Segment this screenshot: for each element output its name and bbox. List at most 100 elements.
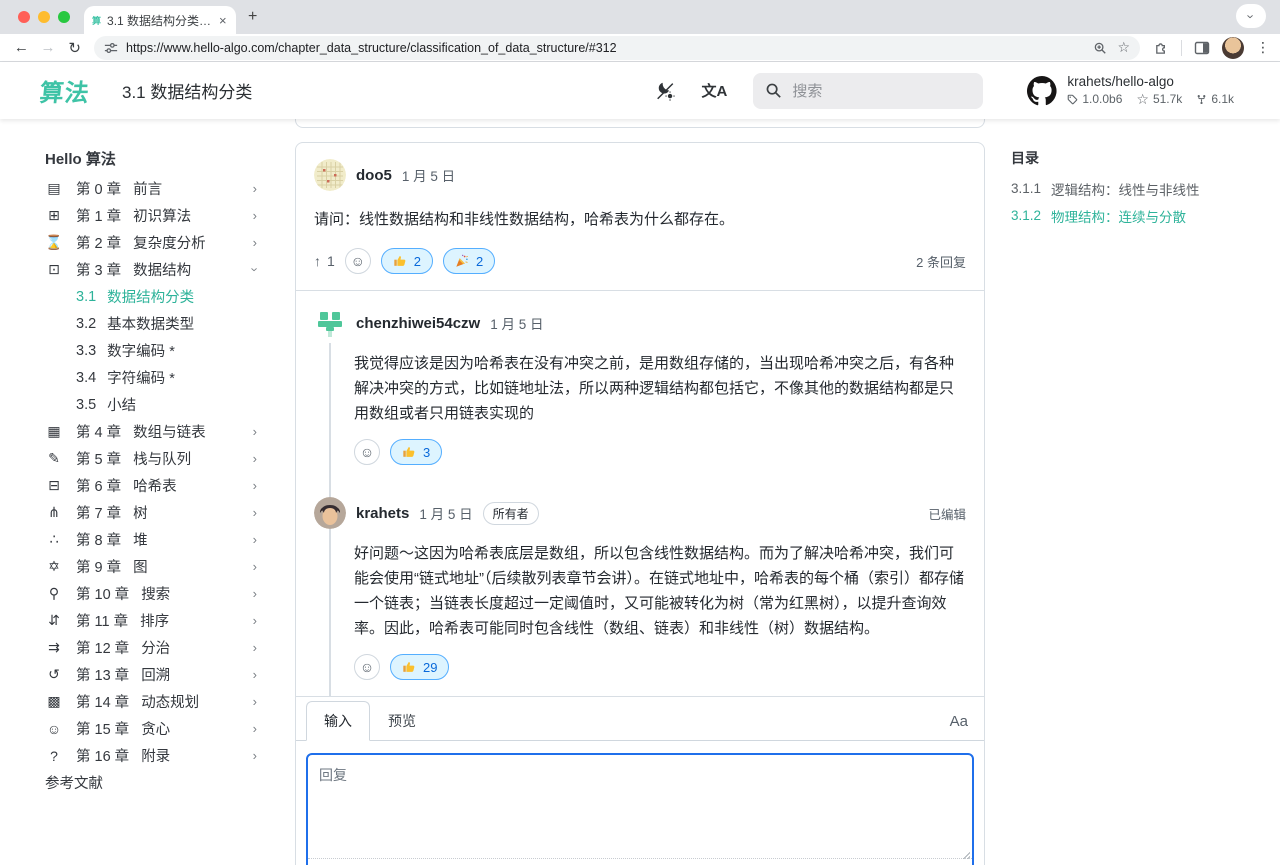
sidebar-item-chapter-11[interactable]: ⇵ 第 11 章 排序 › <box>45 607 295 634</box>
smiley-icon: ☺ <box>351 253 365 269</box>
sidebar-item-chapter-9[interactable]: ✡ 第 9 章 图 › <box>45 553 295 580</box>
comment-date[interactable]: 1 月 5 日 <box>419 503 472 523</box>
hourglass-icon: ⌛ <box>45 234 63 251</box>
window-controls[interactable] <box>18 11 70 23</box>
maximize-window-button[interactable] <box>58 11 70 23</box>
chevron-right-icon: › <box>253 181 257 196</box>
tab-write[interactable]: 输入 <box>306 701 370 741</box>
sidebar-item-3-1[interactable]: 3.1 数据结构分类 <box>45 283 295 310</box>
theme-toggle-icon[interactable] <box>654 80 676 102</box>
chevron-right-icon: › <box>253 667 257 682</box>
reply-chenzhiwei54czw: chenzhiwei54czw 1 月 5 日 我觉得应该是因为哈希表在没有冲突… <box>314 291 966 481</box>
sidebar-item-chapter-2[interactable]: ⌛ 第 2 章 复杂度分析 › <box>45 229 295 256</box>
sidebar-item-chapter-0[interactable]: ▤ 第 0 章 前言 › <box>45 175 295 202</box>
browser-menu-icon[interactable]: ⋮ <box>1256 39 1270 56</box>
divide-conquer-icon: ⇉ <box>45 639 63 656</box>
sidebar-item-chapter-6[interactable]: ⊟ 第 6 章 哈希表 › <box>45 472 295 499</box>
chevron-down-icon: › <box>1244 14 1259 18</box>
sidebar-item-chapter-13[interactable]: ↺ 第 13 章 回溯 › <box>45 661 295 688</box>
new-tab-button[interactable]: + <box>248 8 257 26</box>
sidebar-item-chapter-16[interactable]: ? 第 16 章 附录 › <box>45 742 295 769</box>
reply-placeholder: 回复 <box>319 765 347 785</box>
chevron-right-icon: › <box>253 235 257 250</box>
previous-comment-remnant <box>295 119 985 128</box>
calculator-icon: ⊞ <box>45 207 63 224</box>
comment-author[interactable]: chenzhiwei54czw <box>356 315 480 332</box>
comment-body: 请问：线性数据结构和非线性数据结构，哈希表为什么都存在。 <box>314 207 966 232</box>
profile-avatar[interactable] <box>1222 37 1244 59</box>
sidebar-site-title[interactable]: Hello 算法 <box>45 148 295 175</box>
url-text[interactable]: https://www.hello-algo.com/chapter_data_… <box>126 41 1085 55</box>
reaction-thumbs-up[interactable]: 2 <box>381 248 433 274</box>
sidebar-item-chapter-15[interactable]: ☺ 第 15 章 贪心 › <box>45 715 295 742</box>
reaction-thumbs-up[interactable]: 3 <box>390 439 442 465</box>
comment-author[interactable]: doo5 <box>356 167 392 184</box>
hello-algo-logo[interactable]: 算法 <box>38 73 92 108</box>
avatar[interactable] <box>314 159 346 191</box>
toc-item-3-1-2[interactable]: 3.1.2 物理结构：连续与分散 <box>1011 202 1280 229</box>
resize-handle-icon[interactable] <box>962 851 970 859</box>
sidebar-item-3-5[interactable]: 3.5 小结 <box>45 391 295 418</box>
reaction-count: 2 <box>414 254 421 269</box>
github-logo-icon <box>1027 76 1057 106</box>
back-button[interactable]: ← <box>10 39 33 56</box>
reaction-party-popper[interactable]: 2 <box>443 248 495 274</box>
smiley-icon: ☺ <box>360 444 374 460</box>
search-input[interactable]: 搜索 <box>753 73 983 109</box>
avatar[interactable] <box>314 307 346 339</box>
close-window-button[interactable] <box>18 11 30 23</box>
replies-container: chenzhiwei54czw 1 月 5 日 我觉得应该是因为哈希表在没有冲突… <box>296 290 984 696</box>
sidebar-item-chapter-3[interactable]: ⊡ 第 3 章 数据结构 › <box>45 256 295 283</box>
tab-close-icon[interactable]: × <box>219 13 227 28</box>
comment-date[interactable]: 1 月 5 日 <box>402 165 455 185</box>
reply-textarea[interactable]: 回复 M↓ <box>306 753 974 865</box>
extensions-icon[interactable] <box>1154 40 1169 55</box>
reload-button[interactable]: ↻ <box>63 39 86 57</box>
sidebar-item-chapter-1[interactable]: ⊞ 第 1 章 初识算法 › <box>45 202 295 229</box>
repo-forks: 6.1k <box>1211 92 1234 106</box>
language-switch-icon[interactable]: 文A <box>702 80 728 101</box>
minimize-window-button[interactable] <box>38 11 50 23</box>
sidebar-item-chapter-4[interactable]: ▦ 第 4 章 数组与链表 › <box>45 418 295 445</box>
github-repo-widget[interactable]: krahets/hello-algo 1.0.0b6 ☆ 51.7k 6.1k <box>1027 74 1234 108</box>
avatar[interactable] <box>314 497 346 529</box>
toc-item-3-1-1[interactable]: 3.1.1 逻辑结构：线性与非线性 <box>1011 175 1280 202</box>
bookmark-star-icon[interactable]: ☆ <box>1117 39 1130 56</box>
upvote-button[interactable]: ↑ 1 <box>314 253 335 269</box>
edited-label: 已编辑 <box>928 504 966 523</box>
comment-date[interactable]: 1 月 5 日 <box>490 313 543 333</box>
textarea-footer: M↓ <box>308 858 972 865</box>
text-format-button[interactable]: Aa <box>950 713 968 740</box>
sidebar-item-chapter-10[interactable]: ⚲ 第 10 章 搜索 › <box>45 580 295 607</box>
chevron-right-icon: › <box>253 532 257 547</box>
thumbs-up-icon <box>393 254 407 268</box>
sidebar-item-3-4[interactable]: 3.4 字符编码 * <box>45 364 295 391</box>
add-reaction-button[interactable]: ☺ <box>354 654 380 680</box>
sidebar-item-3-3[interactable]: 3.3 数字编码 * <box>45 337 295 364</box>
sidebar-item-chapter-14[interactable]: ▩ 第 14 章 动态规划 › <box>45 688 295 715</box>
repo-stars: 51.7k <box>1153 92 1182 106</box>
tab-preview[interactable]: 预览 <box>370 702 434 740</box>
sidebar-item-chapter-5[interactable]: ✎ 第 5 章 栈与队列 › <box>45 445 295 472</box>
chevron-down-icon: › <box>247 267 262 271</box>
page-title: 3.1 数据结构分类 <box>122 78 252 103</box>
sidebar-item-chapter-7[interactable]: ⋔ 第 7 章 树 › <box>45 499 295 526</box>
address-bar[interactable]: https://www.hello-algo.com/chapter_data_… <box>94 36 1140 60</box>
sidebar-item-3-2[interactable]: 3.2 基本数据类型 <box>45 310 295 337</box>
side-panel-icon[interactable] <box>1194 40 1210 56</box>
sidebar-item-chapter-8[interactable]: ∴ 第 8 章 堆 › <box>45 526 295 553</box>
table-of-contents: 目录 3.1.1 逻辑结构：线性与非线性 3.1.2 物理结构：连续与分散 <box>985 119 1280 865</box>
forward-button[interactable]: → <box>37 39 60 56</box>
sidebar-item-references[interactable]: 参考文献 <box>45 769 295 796</box>
comment-author[interactable]: krahets <box>356 505 409 522</box>
sidebar-item-chapter-12[interactable]: ⇉ 第 12 章 分治 › <box>45 634 295 661</box>
chevron-right-icon: › <box>253 559 257 574</box>
zoom-icon[interactable] <box>1093 41 1107 55</box>
browser-tab[interactable]: 算 3.1 数据结构分类 - Hello 算法 × <box>84 6 236 34</box>
add-reaction-button[interactable]: ☺ <box>345 248 371 274</box>
reaction-thumbs-up[interactable]: 29 <box>390 654 449 680</box>
window-chevron-button[interactable]: › <box>1236 4 1266 28</box>
backtracking-icon: ↺ <box>45 666 63 683</box>
add-reaction-button[interactable]: ☺ <box>354 439 380 465</box>
site-settings-icon[interactable] <box>104 41 118 55</box>
